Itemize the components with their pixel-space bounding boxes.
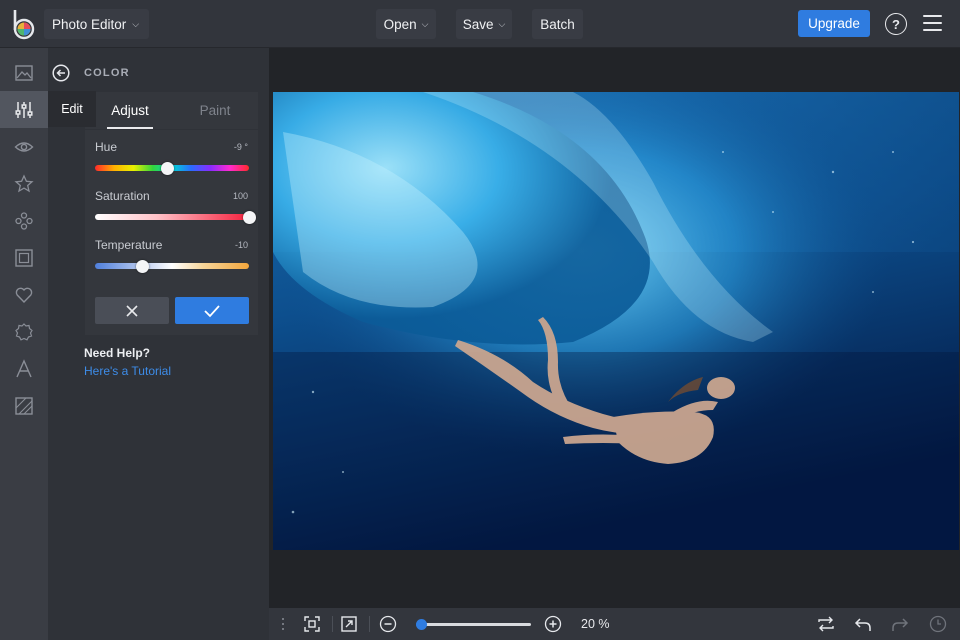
open-menu-button[interactable]: Open ⌵ xyxy=(376,9,436,39)
panel-tabs: Adjust Paint xyxy=(85,92,258,129)
zoom-slider-track[interactable] xyxy=(416,619,531,630)
tutorial-link[interactable]: Here's a Tutorial xyxy=(84,364,171,378)
toolbar-divider xyxy=(332,616,333,632)
save-label: Save xyxy=(462,16,494,32)
check-icon xyxy=(204,304,220,317)
star-icon[interactable] xyxy=(0,165,48,202)
need-help-heading: Need Help? xyxy=(84,346,151,360)
hue-value: -9 ° xyxy=(233,142,248,152)
saturation-slider-knob[interactable] xyxy=(242,211,256,224)
badge-icon[interactable] xyxy=(0,313,48,350)
color-panel: COLOR Adjust Paint Hue -9 ° Saturation 1… xyxy=(48,48,269,640)
app-menu-dropdown[interactable]: Photo Editor ⌵ xyxy=(44,9,150,39)
sliders-icon[interactable] xyxy=(0,91,48,128)
text-icon[interactable] xyxy=(0,350,48,387)
chevron-down-icon: ⌵ xyxy=(132,18,140,29)
saturation-slider-track[interactable] xyxy=(95,214,249,220)
shapes-icon[interactable] xyxy=(0,202,48,239)
hue-label: Hue xyxy=(95,140,118,154)
tab-adjust[interactable]: Adjust xyxy=(107,92,153,129)
batch-button[interactable]: Batch xyxy=(532,9,583,39)
upgrade-button[interactable]: Upgrade xyxy=(798,10,870,37)
heart-icon[interactable] xyxy=(0,276,48,313)
texture-icon[interactable] xyxy=(0,387,48,424)
panel-title: COLOR xyxy=(84,67,130,79)
frame-icon[interactable] xyxy=(0,239,48,276)
temperature-value: -10 xyxy=(234,240,248,250)
history-icon[interactable] xyxy=(929,615,947,633)
eye-icon[interactable] xyxy=(0,128,48,165)
zoom-slider-knob[interactable] xyxy=(416,619,428,630)
actual-size-icon[interactable] xyxy=(340,615,358,633)
befunky-logo-icon[interactable] xyxy=(10,8,38,40)
tool-rail xyxy=(0,48,48,640)
hamburger-menu-icon[interactable] xyxy=(923,15,942,31)
toolbar-divider xyxy=(369,616,370,632)
undo-icon[interactable] xyxy=(854,615,872,633)
help-icon[interactable]: ? xyxy=(885,13,907,35)
zoom-in-icon[interactable] xyxy=(544,615,562,633)
app-menu-label: Photo Editor xyxy=(52,16,127,32)
save-menu-button[interactable]: Save ⌵ xyxy=(456,9,512,39)
apply-button[interactable] xyxy=(175,297,249,324)
temperature-slider-track[interactable] xyxy=(95,263,249,269)
photo-image[interactable] xyxy=(273,92,959,550)
close-icon xyxy=(126,304,138,317)
bottom-toolbar: 20 % xyxy=(269,608,960,640)
batch-label: Batch xyxy=(540,16,575,32)
fit-to-screen-icon[interactable] xyxy=(303,615,321,633)
top-bar: Photo Editor ⌵ Open ⌵ Save ⌵ Batch Upgra… xyxy=(0,0,960,48)
chevron-down-icon: ⌵ xyxy=(498,18,506,29)
drag-handle-icon[interactable] xyxy=(279,615,287,633)
chevron-down-icon: ⌵ xyxy=(421,18,429,29)
adjust-controls: Hue -9 ° Saturation 100 Temperature -10 xyxy=(85,130,258,335)
zoom-percentage: 20 % xyxy=(581,617,610,631)
redo-icon[interactable] xyxy=(891,615,909,633)
compare-swap-icon[interactable] xyxy=(817,615,835,633)
image-icon[interactable] xyxy=(0,54,48,91)
panel-header: COLOR xyxy=(48,48,269,92)
open-label: Open xyxy=(383,16,417,32)
saturation-value: 100 xyxy=(232,191,248,201)
tab-paint[interactable]: Paint xyxy=(185,92,245,129)
temperature-slider-knob[interactable] xyxy=(136,260,150,273)
hue-slider-knob[interactable] xyxy=(160,162,174,175)
back-arrow-icon[interactable] xyxy=(52,64,70,82)
zoom-out-icon[interactable] xyxy=(379,615,397,633)
cancel-button[interactable] xyxy=(95,297,169,324)
editor-canvas[interactable] xyxy=(269,48,960,608)
temperature-label: Temperature xyxy=(95,238,163,252)
saturation-label: Saturation xyxy=(95,189,150,203)
edit-tooltip: Edit xyxy=(48,91,96,127)
